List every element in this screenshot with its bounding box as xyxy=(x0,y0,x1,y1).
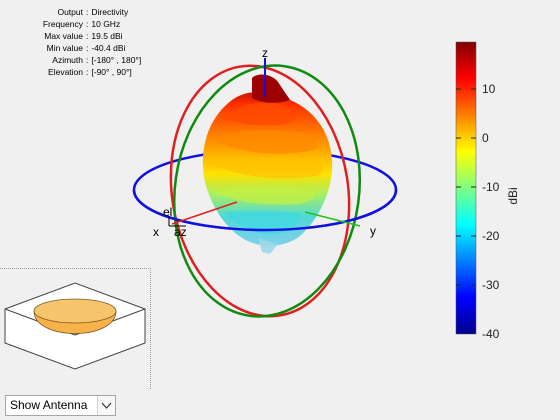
colorbar-tick-label: -20 xyxy=(482,229,500,243)
colorbar-tick-label: -10 xyxy=(482,180,500,194)
elevation-label: el xyxy=(163,205,172,219)
antenna-preview[interactable] xyxy=(0,268,151,389)
view-mode-select[interactable]: Show Antenna xyxy=(5,395,116,416)
chevron-down-icon[interactable] xyxy=(97,396,115,415)
y-axis-label: y xyxy=(370,224,376,238)
colorbar-unit-label: dBi xyxy=(506,187,520,204)
z-axis-label: z xyxy=(262,46,268,60)
azimuth-label: az xyxy=(174,225,187,239)
antenna-shape-icon xyxy=(4,282,146,370)
colorbar-tick-label: -30 xyxy=(482,278,500,292)
colorbar-tick-label: 10 xyxy=(482,82,496,96)
colorbar-tick-label: -40 xyxy=(482,327,500,341)
view-mode-select-value: Show Antenna xyxy=(10,398,88,412)
x-axis-label: x xyxy=(153,225,159,239)
colorbar xyxy=(455,41,477,335)
colorbar-tick-label: 0 xyxy=(482,131,489,145)
